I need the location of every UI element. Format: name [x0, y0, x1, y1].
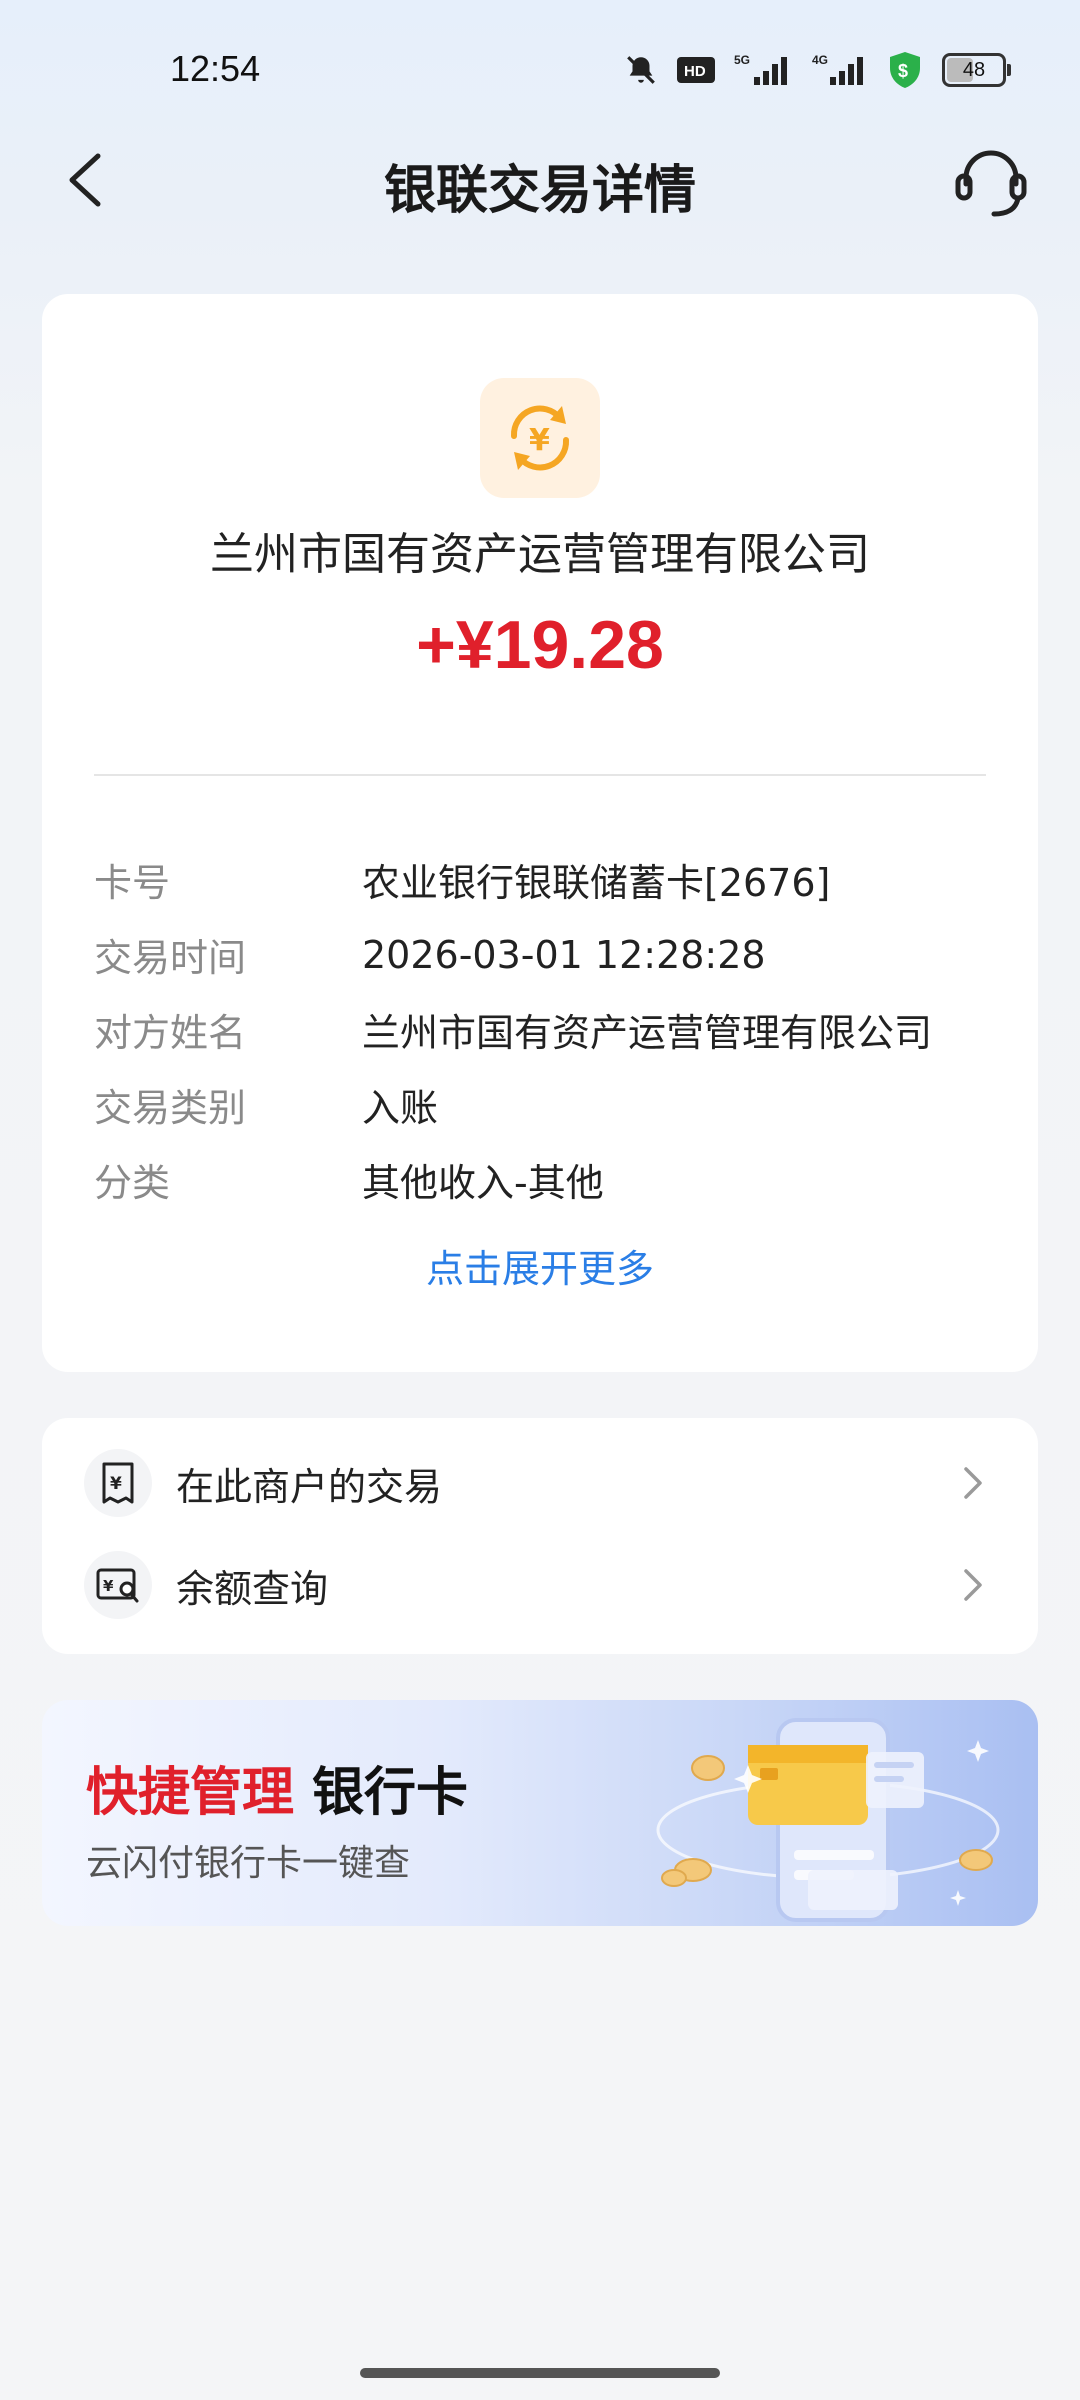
detail-value: 2026-03-01 12:28:28	[362, 932, 766, 977]
action-icon-wrap: ¥	[84, 1449, 152, 1517]
detail-row-transaction-type: 交易类别 入账	[94, 1067, 986, 1142]
detail-row-category: 分类 其他收入-其他	[94, 1142, 986, 1217]
balance-search-icon: ¥	[96, 1568, 139, 1603]
detail-label: 交易类别	[94, 1086, 247, 1130]
banner-title-main: 银行卡	[312, 1763, 469, 1823]
merchant-logo: ¥	[480, 378, 600, 498]
hd-icon: HD	[677, 57, 715, 83]
action-label: 在此商户的交易	[176, 1464, 443, 1509]
banner-subtitle: 云闪付银行卡一键查	[86, 1843, 411, 1884]
signal-5g-icon: 5G	[734, 53, 787, 85]
chevron-right-icon	[964, 1467, 982, 1499]
battery-level: 48	[962, 58, 986, 81]
detail-value: 入账	[362, 1086, 439, 1130]
bell-muted-icon	[627, 56, 655, 84]
detail-label: 交易时间	[94, 936, 247, 980]
transaction-card: ¥ 兰州市国有资产运营管理有限公司 +¥19.28 卡号 农业银行银联储蓄卡[2…	[42, 294, 1038, 1372]
status-icons: HD 5G 4G $ 48	[624, 50, 1011, 90]
svg-text:¥: ¥	[529, 423, 550, 458]
phone-card-illustration	[656, 1718, 1000, 1922]
customer-service-button[interactable]	[950, 140, 1032, 222]
action-icon-wrap: ¥	[84, 1551, 152, 1619]
detail-label: 对方姓名	[94, 1011, 247, 1055]
detail-label: 分类	[94, 1161, 171, 1205]
banner-title-highlight: 快捷管理	[86, 1763, 295, 1823]
chevron-right-icon	[964, 1569, 982, 1601]
signal-4g-icon: 4G	[812, 53, 863, 85]
header: 银联交易详情	[0, 140, 1080, 222]
receipt-yuan-icon: ¥	[102, 1462, 134, 1504]
divider	[94, 774, 986, 776]
detail-row-transaction-time: 交易时间 2026-03-01 12:28:28	[94, 917, 986, 992]
merchant-name: 兰州市国有资产运营管理有限公司	[210, 529, 870, 580]
balance-inquiry-row[interactable]: ¥ 余额查询	[42, 1534, 1038, 1636]
svg-text:¥: ¥	[110, 1474, 122, 1494]
detail-row-counterparty: 对方姓名 兰州市国有资产运营管理有限公司	[94, 992, 986, 1067]
merchant-transactions-row[interactable]: ¥ 在此商户的交易	[42, 1432, 1038, 1534]
detail-value: 农业银行银联储蓄卡[2676]	[362, 861, 831, 905]
security-shield-icon: $	[890, 52, 920, 88]
svg-text:$: $	[898, 61, 908, 81]
actions-card: ¥ 在此商户的交易 ¥ 余额查询	[42, 1418, 1038, 1654]
home-indicator[interactable]	[360, 2368, 720, 2378]
detail-value: 其他收入-其他	[362, 1161, 604, 1205]
detail-list: 卡号 农业银行银联储蓄卡[2676] 交易时间 2026-03-01 12:28…	[94, 842, 986, 1217]
yuan-exchange-icon: ¥	[510, 405, 570, 471]
banner-title: 快捷管理 银行卡	[86, 1750, 468, 1825]
svg-text:HD: HD	[684, 63, 706, 80]
detail-value: 兰州市国有资产运营管理有限公司	[362, 1011, 933, 1055]
page-title: 银联交易详情	[383, 161, 696, 221]
bank-card-management-banner[interactable]: 快捷管理 银行卡 云闪付银行卡一键查	[42, 1700, 1038, 1926]
svg-text:4G: 4G	[812, 53, 828, 67]
transaction-amount: +¥19.28	[416, 607, 664, 683]
status-bar: 12:54 HD 5G 4G $ 48	[0, 0, 1080, 140]
svg-text:¥: ¥	[103, 1577, 114, 1595]
battery-indicator: 48	[942, 53, 1011, 87]
action-label: 余额查询	[176, 1566, 329, 1611]
detail-label: 卡号	[94, 861, 171, 905]
detail-row-card-number: 卡号 农业银行银联储蓄卡[2676]	[94, 842, 986, 917]
svg-text:5G: 5G	[734, 53, 750, 67]
expand-more-link[interactable]: 点击展开更多	[42, 1238, 1038, 1293]
headset-icon	[955, 150, 1027, 217]
status-time: 12:54	[170, 48, 261, 89]
